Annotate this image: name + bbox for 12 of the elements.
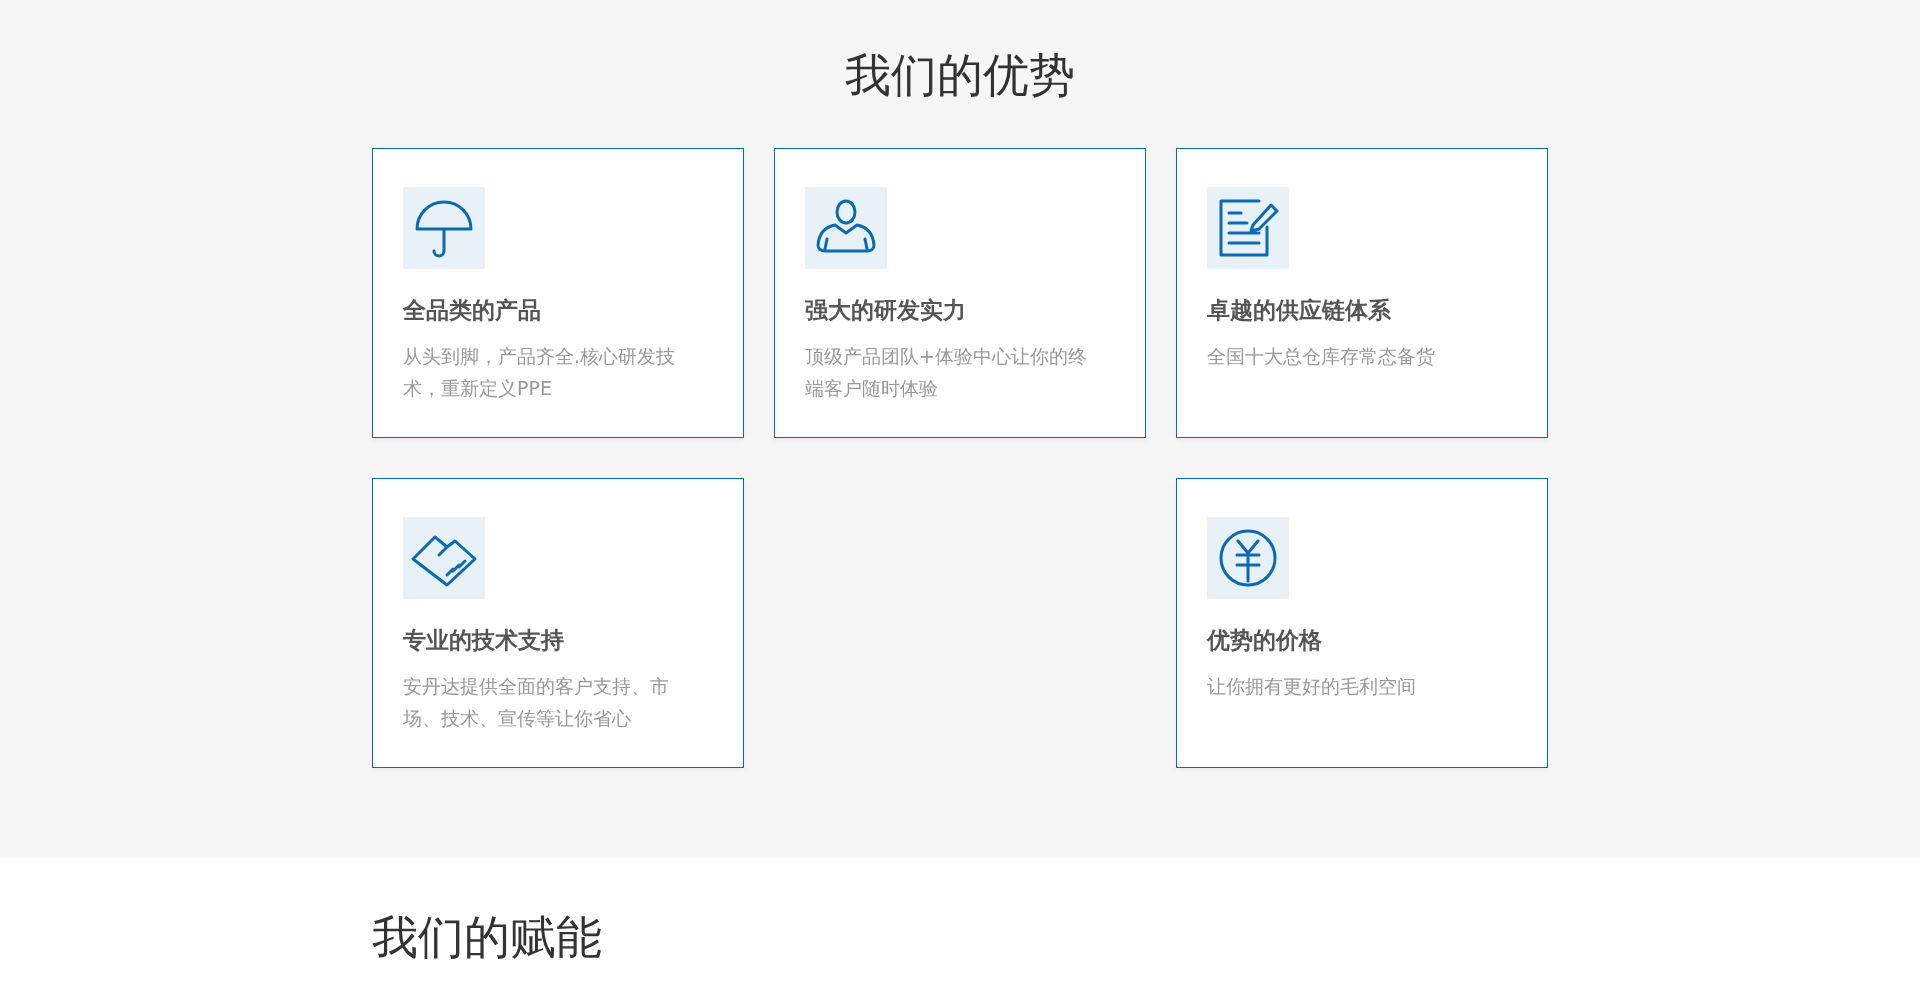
feature-title: 全品类的产品 (403, 296, 542, 326)
feature-description: 让你拥有更好的毛利空间 (1207, 673, 1417, 699)
section-title: 我们的优势 (844, 48, 1076, 104)
feature-title: 优势的价格 (1207, 626, 1323, 656)
section-title: 我们的赋能 (372, 910, 603, 966)
feature-description: 全国十大总仓库存常态备货 (1207, 343, 1436, 369)
feature-description: 从头到脚，产品齐全.核心研发技术，重新定义PPE (403, 343, 677, 401)
feature-description: 顶级产品团队+体验中心让你的终端客户随时体验 (805, 343, 1088, 401)
feature-title: 专业的技术支持 (403, 626, 565, 656)
feature-title: 强大的研发实力 (805, 296, 967, 326)
feature-title: 卓越的供应链体系 (1207, 296, 1392, 326)
feature-description: 安丹达提供全面的客户支持、市场、技术、宣传等让你省心 (403, 673, 670, 731)
